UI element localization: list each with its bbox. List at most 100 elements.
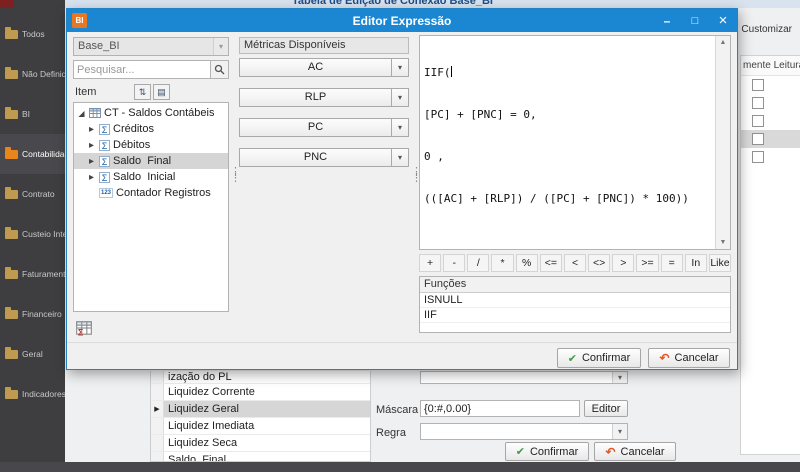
sidebar-item-faturamento[interactable]: Faturamento	[0, 254, 65, 294]
sidebar-item-indicadores[interactable]: Indicadores	[0, 374, 65, 414]
sidebar-item-contrato[interactable]: Contrato	[0, 174, 65, 214]
row-indicator	[151, 452, 164, 461]
operator-multiply-button[interactable]: *	[491, 254, 514, 272]
sidebar-item-financeiro[interactable]: Financeiro	[0, 294, 65, 334]
expression-editor-box[interactable]: IIF( [PC] + [PNC] = 0, 0 , (([AC] + [RLP…	[419, 35, 731, 250]
sum-icon	[99, 171, 110, 183]
connection-dropdown[interactable]: Base_BI	[73, 37, 229, 56]
tree-item-creditos[interactable]: Créditos	[74, 121, 228, 137]
readonly-checkbox[interactable]	[752, 115, 764, 127]
chevron-down-icon[interactable]	[391, 89, 408, 106]
operator-gt-button[interactable]: >	[612, 254, 635, 272]
chevron-down-icon[interactable]	[391, 149, 408, 166]
sidebar-item-label: Custeio Integ	[22, 229, 65, 239]
grid-row-liquidez-corrente[interactable]: Liquidez Corrente	[151, 384, 370, 401]
function-item-iif[interactable]: IIF	[420, 308, 730, 323]
selected-row-arrow-icon: ▶	[151, 401, 164, 417]
sidebar-item-contabilidade[interactable]: Contabilidade	[0, 134, 65, 174]
chevron-down-icon[interactable]	[391, 119, 408, 136]
scroll-up-icon[interactable]	[716, 36, 730, 49]
expand-closed-icon[interactable]	[87, 172, 96, 183]
panel-splitter[interactable]	[411, 169, 419, 181]
search-box	[73, 60, 229, 79]
grid-row-liquidez-geral[interactable]: ▶ Liquidez Geral	[151, 401, 370, 418]
table-row	[741, 148, 800, 166]
grid-row-izacao-do-pl[interactable]: ização do PL	[151, 371, 370, 384]
metric-label: RLP	[304, 91, 327, 103]
row-indicator	[151, 384, 164, 400]
sidebar-item-nao-definido[interactable]: Não Definido	[0, 54, 65, 94]
chevron-down-icon[interactable]	[391, 59, 408, 76]
cancel-button[interactable]: Cancelar	[648, 348, 730, 368]
grid-row-liquidez-imediata[interactable]: Liquidez Imediata	[151, 418, 370, 435]
readonly-checkbox[interactable]	[752, 133, 764, 145]
metric-button-pnc[interactable]: PNC	[239, 148, 409, 167]
readonly-checkbox[interactable]	[752, 79, 764, 91]
operator-neq-button[interactable]: <>	[588, 254, 611, 272]
folder-icon	[5, 66, 18, 79]
sidebar-item-label: BI	[22, 109, 31, 119]
parent-window-title: Tabela de Edição de Conexão Base_BI	[292, 0, 493, 7]
customize-link[interactable]: Customizar	[729, 24, 792, 35]
expand-open-icon[interactable]	[77, 109, 86, 118]
expand-closed-icon[interactable]	[87, 156, 96, 167]
vertical-scrollbar[interactable]	[715, 36, 730, 249]
scroll-down-icon[interactable]	[716, 236, 730, 249]
operator-modulo-button[interactable]: %	[515, 254, 538, 272]
grid-row-liquidez-seca[interactable]: Liquidez Seca	[151, 435, 370, 452]
operator-in-button[interactable]: In	[684, 254, 707, 272]
grid-row-saldo-final[interactable]: Saldo Final	[151, 452, 370, 462]
search-button[interactable]	[210, 61, 228, 78]
readonly-checkbox[interactable]	[752, 151, 764, 163]
operator-gte-button[interactable]: >=	[636, 254, 659, 272]
confirm-button[interactable]: Confirmar	[557, 348, 641, 368]
background-combo[interactable]	[420, 371, 628, 384]
operator-divide-button[interactable]: /	[467, 254, 490, 272]
tree-item-contador-registros[interactable]: Contador Registros	[74, 185, 228, 201]
field-chooser-button[interactable]	[153, 84, 170, 100]
operator-eq-button[interactable]: =	[660, 254, 683, 272]
operator-lte-button[interactable]: <=	[539, 254, 562, 272]
metric-button-ac[interactable]: AC	[239, 58, 409, 77]
dialog-titlebar[interactable]: BI Editor Expressão	[67, 9, 737, 32]
background-confirm-button[interactable]: Confirmar	[505, 442, 589, 461]
expand-closed-icon[interactable]	[87, 124, 96, 135]
folder-icon	[5, 266, 18, 279]
operator-minus-button[interactable]: -	[443, 254, 466, 272]
tree-item-debitos[interactable]: Débitos	[74, 137, 228, 153]
tree-item-saldo-inicial[interactable]: Saldo Inicial	[74, 169, 228, 185]
minimize-button[interactable]	[653, 9, 681, 32]
close-button[interactable]	[709, 9, 737, 32]
sidebar-item-bi[interactable]: BI	[0, 94, 65, 134]
regra-dropdown[interactable]	[420, 423, 628, 440]
expand-closed-icon[interactable]	[87, 140, 96, 151]
operator-lt-button[interactable]: <	[563, 254, 587, 272]
metric-label: PC	[307, 121, 324, 133]
functions-header: Funções	[420, 277, 730, 293]
expression-line-text: (([AC] + [RLP]) / ([PC] + [PNC]) * 100))	[424, 192, 689, 205]
maximize-button[interactable]	[681, 9, 709, 32]
operator-plus-button[interactable]: +	[419, 254, 442, 272]
sort-button[interactable]	[134, 84, 151, 100]
tree-item-ct-saldos-contabeis[interactable]: CT - Saldos Contábeis	[74, 105, 228, 121]
readonly-checkbox[interactable]	[752, 97, 764, 109]
sidebar-item-geral[interactable]: Geral	[0, 334, 65, 374]
operator-toolbar: + - / * % <= < <> > >= = In Like	[419, 254, 732, 272]
function-item-isnull[interactable]: ISNULL	[420, 293, 730, 308]
expression-line: 0 ,	[424, 150, 712, 164]
expression-text[interactable]: IIF( [PC] + [PNC] = 0, 0 , (([AC] + [RLP…	[424, 38, 712, 247]
editor-button[interactable]: Editor	[584, 400, 628, 417]
tree-item-saldo-final[interactable]: Saldo Final	[74, 153, 228, 169]
metric-button-rlp[interactable]: RLP	[239, 88, 409, 107]
operator-like-button[interactable]: Like	[708, 254, 732, 272]
panel-splitter[interactable]	[230, 169, 238, 181]
search-input[interactable]	[74, 61, 210, 78]
metric-button-pc[interactable]: PC	[239, 118, 409, 137]
background-cancel-button[interactable]: Cancelar	[594, 442, 676, 461]
sidebar-item-custeio-integ[interactable]: Custeio Integ	[0, 214, 65, 254]
undo-icon	[605, 445, 615, 459]
sidebar-item-todos[interactable]: Todos	[0, 14, 65, 54]
grid-cell: Saldo Final	[168, 454, 227, 462]
sum-table-button[interactable]: Σ	[75, 319, 93, 337]
mascara-input[interactable]	[420, 400, 580, 417]
